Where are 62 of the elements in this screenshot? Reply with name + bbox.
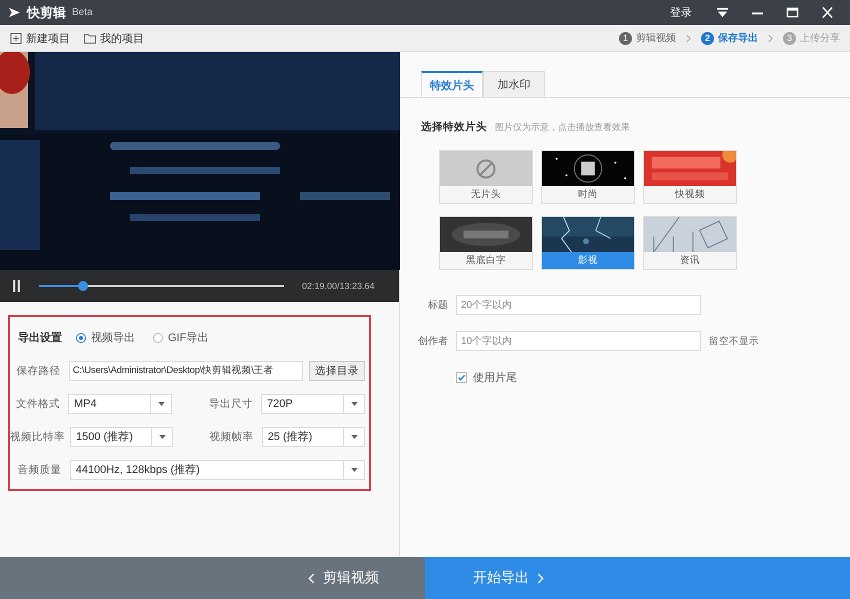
browse-button[interactable]: 选择目录 — [309, 360, 365, 380]
checkbox-option[interactable]: 使用片尾 — [400, 367, 517, 387]
intro-option[interactable]: 无片头 — [439, 150, 533, 204]
field-label: 文件格式 — [14, 396, 60, 410]
tab[interactable]: 加水印 — [483, 71, 545, 97]
dropdown[interactable]: 720P — [260, 394, 366, 414]
caret-icon — [158, 434, 166, 438]
step-number: 1 — [619, 32, 632, 44]
maximize-icon[interactable] — [786, 7, 799, 18]
dropdown[interactable]: MP4 — [68, 394, 172, 414]
caret-icon — [350, 434, 358, 438]
dropdown[interactable]: 25 (推荐) — [262, 426, 365, 446]
app-name: 快剪辑 — [27, 4, 66, 22]
intro-option[interactable]: 时尚 — [541, 150, 635, 204]
caret-icon — [350, 402, 358, 406]
intro-option[interactable]: 黑底白字 — [439, 216, 533, 270]
toolbar-button[interactable]: 我的项目 — [84, 30, 144, 46]
logo-icon — [8, 7, 21, 18]
step-label: 2 保存导出 — [701, 31, 758, 45]
input-field[interactable]: 10个字以内 — [456, 331, 701, 351]
time-display: 02:19.00/13:23.64 — [302, 281, 375, 291]
dropdown[interactable]: 44100Hz, 128kbps (推荐) — [70, 460, 365, 480]
section-heading: 导出设置 — [17, 330, 62, 345]
radio-option[interactable]: 视频导出 — [76, 330, 135, 345]
field-label: 创作者 — [417, 334, 448, 348]
section-heading: 选择特效片头 — [421, 120, 487, 134]
path-field[interactable]: C:\Users\Administrator\Desktop\快剪辑视频\王者 — [68, 360, 303, 380]
chevron-right-icon — [537, 572, 544, 584]
prohibited-icon — [476, 158, 496, 178]
login-link[interactable]: 登录 — [670, 5, 692, 20]
field-label: 音频质量 — [16, 462, 62, 476]
dropdown[interactable]: 1500 (推荐) — [70, 426, 174, 446]
field-label: 保存路径 — [16, 364, 61, 378]
field-label: 视频比特率 — [10, 430, 62, 444]
chevron-icon — [686, 34, 691, 42]
hint-text: 图片仅为示意，点击播放查看效果 — [495, 121, 630, 134]
close-icon[interactable] — [821, 7, 834, 18]
caret-icon — [350, 468, 358, 472]
step-label: 1 剪辑视频 — [619, 31, 676, 45]
step-number: 2 — [701, 32, 714, 44]
add-icon — [10, 32, 22, 44]
field-label: 标题 — [427, 298, 448, 312]
pause-icon[interactable] — [12, 280, 21, 292]
field-label: 导出尺寸 — [208, 396, 253, 410]
chevron-icon — [768, 34, 773, 42]
menu-icon[interactable] — [716, 7, 729, 18]
chevron-left-icon — [308, 572, 315, 584]
intro-option[interactable]: 快视频 — [643, 150, 737, 204]
toolbar-button[interactable]: 新建项目 — [10, 30, 70, 46]
tab[interactable]: 特效片头 — [421, 71, 483, 97]
beta-label: Beta — [72, 7, 93, 18]
step-label: 3 上传分享 — [783, 31, 840, 45]
hint-text: 留空不显示 — [709, 334, 759, 348]
step-number: 3 — [783, 32, 796, 44]
radio-option[interactable]: GIF导出 — [153, 330, 208, 345]
folder-icon — [84, 32, 96, 44]
field-label: 视频帧率 — [208, 430, 254, 444]
input-field[interactable]: 20个字以内 — [456, 295, 701, 315]
checkmark-icon — [457, 372, 466, 382]
back-button[interactable]: 剪辑视频 — [0, 557, 425, 599]
caret-icon — [158, 402, 165, 406]
intro-option[interactable]: 资讯 — [643, 216, 737, 270]
